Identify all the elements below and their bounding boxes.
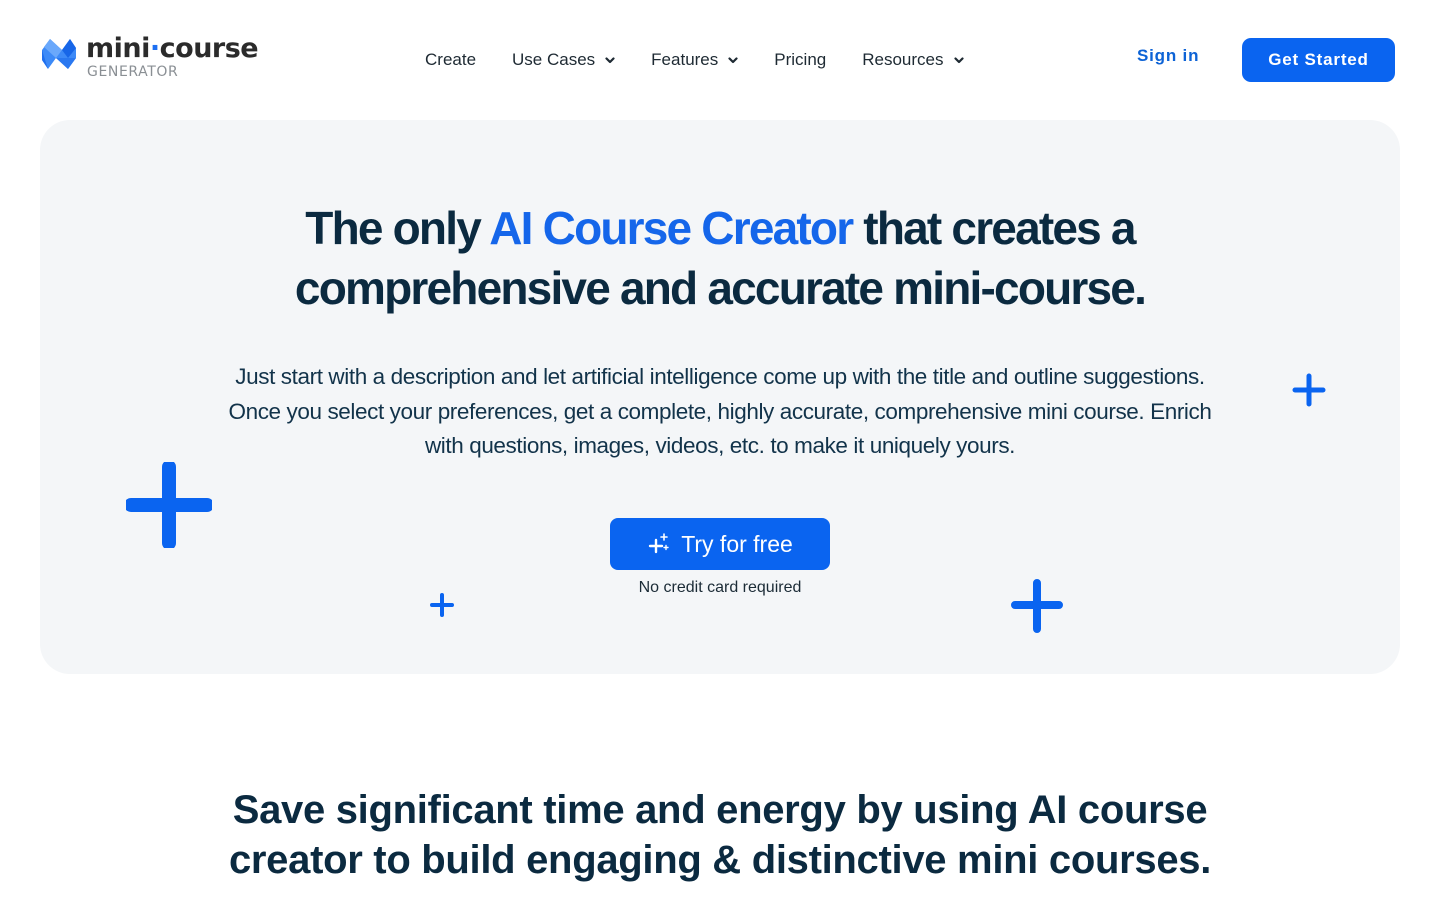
nav-item-create[interactable]: Create: [425, 50, 476, 70]
nav-item-label: Create: [425, 50, 477, 69]
nav-item-pricing[interactable]: Pricing: [774, 50, 826, 70]
hero-section: The only AI Course Creator that creates …: [40, 120, 1400, 674]
nav-item-label: Pricing: [774, 50, 827, 69]
sparkle-plus-icon: [648, 533, 669, 554]
hero-description: Just start with a description and let ar…: [228, 364, 1212, 458]
no-credit-card-note: No credit card required: [638, 579, 802, 596]
plus-decoration-icon: [430, 593, 454, 617]
hero-title: The only AI Course Creator that creates …: [294, 202, 1147, 314]
chevron-down-icon: [728, 56, 738, 63]
plus-decoration-icon: [1292, 373, 1326, 407]
sign-in-link[interactable]: Sign in: [1137, 46, 1199, 66]
mini-course-logo-icon: [42, 39, 76, 69]
brand-logo[interactable]: mini·course GENERATOR: [40, 33, 259, 80]
nav-item-resources[interactable]: Resources: [862, 50, 964, 70]
plus-decoration-icon: [126, 462, 212, 548]
brand-name: mini·course: [86, 33, 259, 64]
nav-item-label: Use Cases: [512, 50, 596, 69]
get-started-button[interactable]: Get Started: [1242, 38, 1395, 82]
try-for-free-label: Try for free: [681, 530, 793, 557]
nav-item-label: Resources: [862, 50, 944, 69]
main-nav: Create Use Cases Features Pricing Resour…: [425, 48, 964, 72]
site-header: mini·course GENERATOR Create Use Cases F…: [0, 0, 1440, 120]
nav-item-label: Features: [651, 50, 719, 69]
nav-item-use-cases[interactable]: Use Cases: [512, 50, 615, 70]
section-heading: Save significant time and energy by usin…: [228, 788, 1212, 882]
plus-decoration-icon: [1011, 579, 1063, 633]
brand-subtitle: GENERATOR: [87, 64, 179, 80]
nav-item-features[interactable]: Features: [651, 50, 738, 70]
chevron-down-icon: [605, 56, 615, 63]
hero-title-accent: AI Course Creator: [489, 202, 854, 254]
try-for-free-button[interactable]: Try for free: [610, 518, 830, 570]
chevron-down-icon: [953, 56, 964, 63]
